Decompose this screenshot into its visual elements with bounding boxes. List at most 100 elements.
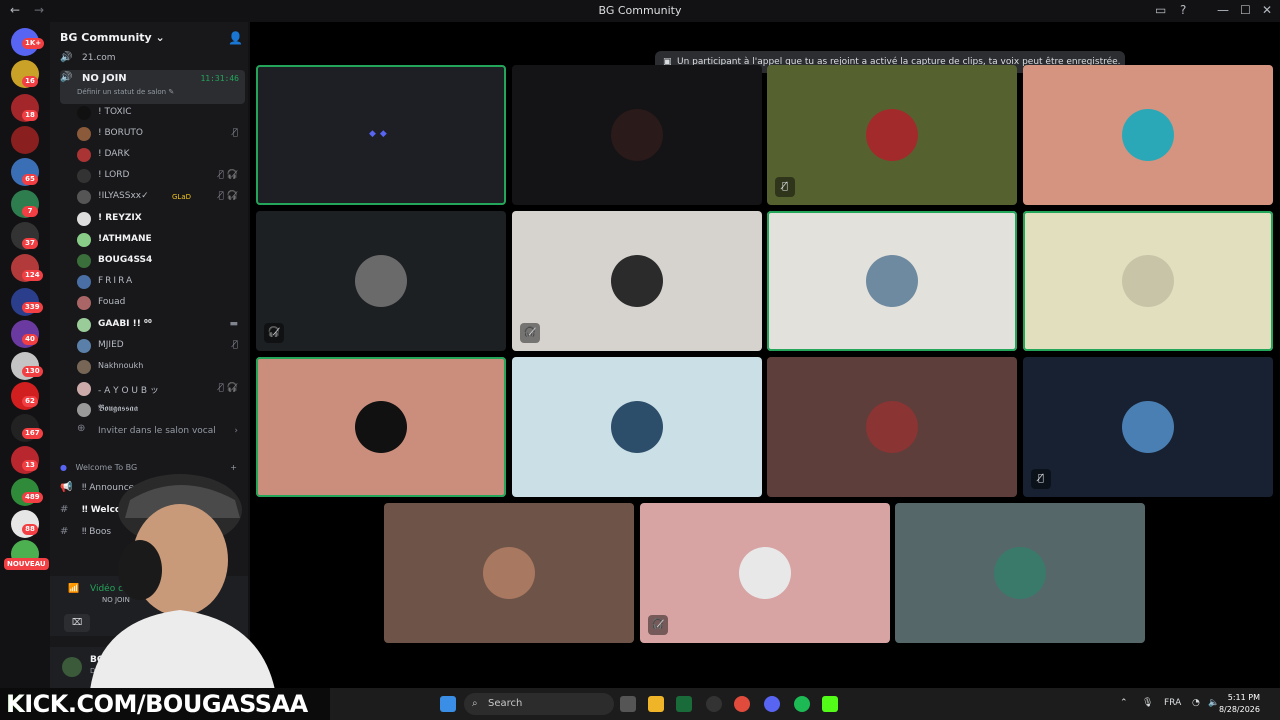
participant-tile[interactable]: 🎧̸	[512, 211, 762, 351]
channel-label: NO JOIN	[82, 73, 127, 84]
participant-tile[interactable]	[895, 503, 1145, 643]
invite-voice-button[interactable]: ⊕ Inviter dans le salon vocal ›	[77, 423, 242, 442]
avatar	[77, 403, 91, 417]
channel-no-join[interactable]: 🔊 NO JOIN 11:31:46 Définir un statut de …	[60, 70, 245, 104]
username: FRIRA	[98, 276, 135, 286]
participant-tile[interactable]	[384, 503, 634, 643]
deafened-icon: 🎧̸	[648, 615, 668, 635]
server-icon[interactable]	[11, 126, 39, 154]
participant-avatar	[355, 255, 407, 307]
server-badge: 7	[22, 206, 38, 217]
minimize-icon[interactable]: —	[1217, 3, 1229, 17]
app-icon[interactable]	[706, 696, 722, 712]
muted-icon: 🎙̸	[775, 177, 795, 197]
app-icon[interactable]	[676, 696, 692, 712]
webcam-overlay	[60, 470, 290, 690]
participant-tile[interactable]: 🎙̸	[767, 65, 1017, 205]
voice-user[interactable]: MJIED 🎙̸	[77, 337, 242, 356]
server-badge: 16	[22, 76, 38, 87]
kick-url: KICK.COM/BOUGASSAA	[6, 690, 308, 718]
username: ! DARK	[98, 149, 130, 159]
home-badge: 1K+	[22, 38, 45, 49]
server-badge: 65	[22, 174, 38, 185]
participant-tile[interactable]	[512, 357, 762, 497]
participant-avatar	[866, 401, 918, 453]
voice-user[interactable]: ! REYZIX	[77, 210, 242, 229]
participant-tile[interactable]	[767, 211, 1017, 351]
participant-tile[interactable]: 🎧̸	[640, 503, 890, 643]
avatar	[77, 190, 91, 204]
add-member-icon[interactable]: 👤	[228, 31, 243, 45]
voice-user[interactable]: Fouad	[77, 294, 242, 313]
username: !ILYASSxx✓	[98, 191, 149, 201]
kick-icon[interactable]	[822, 696, 838, 712]
server-badge: 18	[22, 110, 38, 121]
server-name-dropdown[interactable]: BG Community ⌄	[60, 31, 165, 44]
voice-user[interactable]: FRIRA	[77, 273, 242, 292]
chrome-icon[interactable]	[734, 696, 750, 712]
server-badge: 37	[22, 238, 38, 249]
windows-taskbar: ⌕ Search ⌃ 🎙 FRA ◔ 🔈 5:11 PM 8/28/2026	[330, 688, 1280, 720]
taskbar-search[interactable]: ⌕ Search	[464, 693, 614, 715]
channel-21com[interactable]: 🔊 21.com	[60, 50, 245, 68]
voice-user[interactable]: 𝕭𝖔𝖚𝖌𝖆𝖘𝖘𝖆𝖆	[77, 401, 242, 420]
maximize-icon[interactable]: ☐	[1240, 3, 1251, 17]
date: 8/28/2026	[1218, 705, 1260, 714]
invite-icon: ⊕	[77, 423, 86, 434]
windows-start-icon[interactable]	[440, 696, 456, 712]
voice-user[interactable]: BOUG4SS4	[77, 252, 242, 271]
voice-user[interactable]: !ATHMANE	[77, 231, 242, 250]
participant-avatar	[611, 255, 663, 307]
inbox-icon[interactable]: ▭	[1155, 3, 1166, 17]
voice-user[interactable]: !ILYASSxx✓ GLaD 🎙̸ 🎧̸	[77, 188, 242, 207]
avatar	[77, 382, 91, 396]
help-icon[interactable]: ?	[1180, 3, 1186, 17]
window-title: BG Community	[598, 4, 682, 17]
server-rail: 1K+ 16 18 65 7 37 124 339 40 130 62 167 …	[0, 22, 50, 688]
file-explorer-icon[interactable]	[648, 696, 664, 712]
mute-icon: 🎙̸	[232, 340, 238, 350]
language-indicator[interactable]: FRA	[1164, 698, 1181, 708]
mute-icon: 🎙̸	[232, 128, 238, 138]
avatar	[77, 254, 91, 268]
chevron-up-icon[interactable]: ⌃	[1120, 698, 1128, 708]
volume-icon[interactable]: 🔈	[1208, 698, 1219, 708]
participant-tile[interactable]	[256, 357, 506, 497]
username: ! LORD	[98, 170, 130, 180]
discord-icon[interactable]	[764, 696, 780, 712]
task-view-icon[interactable]	[620, 696, 636, 712]
participant-tile[interactable]: 🎧̸	[256, 211, 506, 351]
participant-tile[interactable]	[1023, 211, 1273, 351]
participant-tile[interactable]: ◆◆	[256, 65, 506, 205]
participant-tile[interactable]	[512, 65, 762, 205]
voice-user[interactable]: Nakhnoukh	[77, 358, 242, 377]
mute-icon: 🎙̸ 🎧̸	[218, 383, 238, 393]
avatar	[77, 148, 91, 162]
voice-user[interactable]: ! DARK	[77, 146, 242, 165]
microphone-icon[interactable]: 🎙	[1142, 698, 1153, 708]
voice-user[interactable]: ! BORUTO 🎙̸	[77, 125, 242, 144]
username: !ATHMANE	[98, 234, 152, 244]
participant-tile[interactable]	[767, 357, 1017, 497]
voice-call-grid: ▣ Un participant à l'appel que tu as rej…	[250, 22, 1280, 688]
participant-tile[interactable]: 🎙̸	[1023, 357, 1273, 497]
username: ! REYZIX	[98, 213, 142, 223]
search-icon: ⌕	[472, 698, 478, 709]
username: Fouad	[98, 297, 126, 307]
wifi-icon[interactable]: ◔	[1192, 698, 1200, 708]
close-icon[interactable]: ✕	[1262, 3, 1272, 17]
participant-avatar	[994, 547, 1046, 599]
avatar	[77, 212, 91, 226]
clock[interactable]: 5:11 PM 8/28/2026	[1219, 692, 1260, 716]
participant-tile[interactable]	[1023, 65, 1273, 205]
participant-avatar	[866, 109, 918, 161]
voice-user[interactable]: ! TOXIC	[77, 104, 242, 123]
voice-user[interactable]: - A Y O U B ッ 🎙̸ 🎧̸	[77, 380, 242, 399]
username: ! TOXIC	[98, 107, 132, 117]
username: GAABI !! ⁰⁰	[98, 319, 152, 329]
mute-icon: 🎙̸ 🎧̸	[218, 170, 238, 180]
spotify-icon[interactable]	[794, 696, 810, 712]
channel-status[interactable]: Définir un statut de salon ✎	[77, 88, 174, 96]
voice-user[interactable]: GAABI !! ⁰⁰ ▬	[77, 316, 242, 335]
voice-user[interactable]: ! LORD 🎙̸ 🎧̸	[77, 167, 242, 186]
